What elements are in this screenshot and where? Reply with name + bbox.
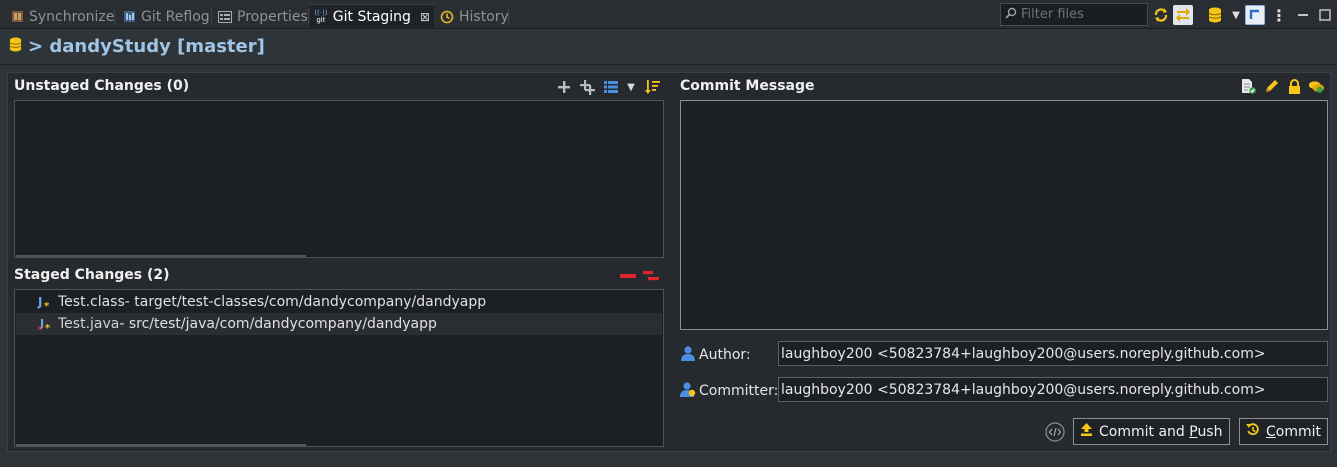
staged-changes-list[interactable]: J * Test.class - target/test-classes/com/…	[14, 289, 664, 447]
lock-icon[interactable]	[1286, 78, 1302, 94]
change-id-icon[interactable]	[1308, 78, 1324, 94]
commit-message-textarea[interactable]	[680, 100, 1328, 330]
maximize-icon[interactable]	[1315, 5, 1335, 25]
tab-synchronize[interactable]: Synchronize	[6, 4, 118, 29]
staged-changes-title: Staged Changes (2)	[14, 267, 170, 283]
repository-header: > dandyStudy [master]	[0, 29, 1337, 65]
tab-label: Git Reflog	[141, 8, 210, 25]
staged-file-row[interactable]: J * Test.class - target/test-classes/com/…	[16, 291, 662, 313]
staged-file-name: Test.class	[58, 294, 125, 310]
filter-files-input[interactable]	[1021, 7, 1146, 22]
staged-file-row[interactable]: J ✕ * Test.java - src/test/java/com/dandyc…	[16, 313, 662, 335]
repository-icon	[9, 37, 22, 56]
tab-divider	[211, 8, 212, 24]
presentation-list-icon[interactable]	[603, 79, 619, 95]
remove-from-index-icon[interactable]	[620, 268, 636, 284]
commit-and-push-button[interactable]: Commit and Push	[1073, 418, 1230, 445]
staged-file-path: - src/test/java/com/dandycompany/dandyap…	[119, 316, 437, 332]
tab-properties[interactable]: Properties	[214, 4, 312, 29]
committer-field[interactable]: laughboy200 <50823784+laughboy200@users.…	[778, 377, 1328, 402]
java-class-added-icon: J *	[36, 294, 52, 310]
add-to-index-icon[interactable]	[556, 79, 572, 95]
commit-button[interactable]: Commit	[1239, 418, 1328, 445]
view-menu-icon[interactable]: ⋮	[1269, 5, 1289, 25]
tab-label: Git Staging	[332, 9, 411, 25]
add-all-to-index-icon[interactable]	[579, 79, 595, 95]
search-icon	[1005, 7, 1017, 23]
svg-text:J: J	[37, 295, 42, 309]
synchronize-icon	[10, 10, 24, 24]
tab-divider	[308, 8, 309, 24]
horizontal-scrollbar[interactable]	[16, 255, 306, 257]
refresh-icon[interactable]	[1151, 5, 1171, 25]
tab-divider	[508, 8, 509, 24]
person-icon	[680, 345, 696, 365]
commit-and-push-label: Commit and Push	[1099, 423, 1223, 440]
close-icon[interactable]: ⊠	[420, 10, 430, 24]
push-options-icon[interactable]	[1045, 422, 1065, 442]
author-field[interactable]: laughboy200 <50823784+laughboy200@users.…	[778, 341, 1328, 366]
status-bar	[0, 455, 1337, 467]
git-reflog-icon	[122, 10, 136, 24]
remove-all-from-index-icon[interactable]	[643, 268, 659, 284]
tab-label: Properties	[237, 8, 308, 25]
tab-divider	[114, 8, 115, 24]
chevron-down-icon[interactable]: ▼	[1226, 5, 1246, 25]
layout-toggle-icon[interactable]	[1245, 5, 1265, 25]
tab-label: History	[459, 8, 509, 25]
commit-icon	[1246, 422, 1260, 441]
repository-icon[interactable]	[1205, 5, 1225, 25]
compare-mode-icon[interactable]	[1173, 5, 1193, 25]
properties-icon	[218, 10, 232, 24]
horizontal-scrollbar[interactable]	[16, 444, 306, 446]
commit-message-title: Commit Message	[680, 78, 815, 94]
author-label: Author:	[699, 347, 751, 363]
git-staging-icon: ((·)) git	[314, 9, 328, 24]
svg-text:*: *	[45, 323, 51, 332]
tab-git-staging[interactable]: ((·)) git Git Staging ⊠	[310, 4, 434, 29]
tab-label: Synchronize	[29, 8, 115, 25]
staged-file-name: Test.java	[58, 316, 120, 332]
minimize-icon[interactable]	[1293, 5, 1313, 25]
tab-git-reflog[interactable]: Git Reflog	[118, 4, 214, 29]
history-icon	[440, 10, 454, 24]
amend-pencil-icon[interactable]	[1263, 78, 1279, 94]
unstaged-changes-list[interactable]	[14, 100, 664, 258]
author-label-group: Author:	[680, 345, 751, 365]
committer-label-group: Committer:	[680, 381, 778, 401]
unstaged-changes-title: Unstaged Changes (0)	[14, 78, 190, 94]
svg-text:✕: ✕	[36, 324, 43, 332]
repository-title: > dandyStudy [master]	[28, 36, 265, 57]
java-file-error-added-icon: J ✕ *	[36, 316, 52, 332]
chevron-down-icon[interactable]: ▼	[623, 79, 639, 95]
tab-history[interactable]: History	[436, 4, 513, 29]
committer-label: Committer:	[699, 383, 779, 399]
svg-text:*: *	[44, 301, 50, 310]
push-icon	[1080, 423, 1093, 440]
staged-file-path: - target/test-classes/com/dandycompany/d…	[124, 294, 487, 310]
view-tab-bar: Synchronize Git Reflog Properties ((·)) g…	[0, 0, 1337, 29]
filter-files-field[interactable]	[1000, 3, 1148, 26]
committer-icon	[680, 381, 696, 401]
sort-icon[interactable]	[644, 79, 660, 95]
commit-label: Commit	[1266, 423, 1322, 440]
add-signed-off-by-icon[interactable]	[1240, 78, 1256, 94]
